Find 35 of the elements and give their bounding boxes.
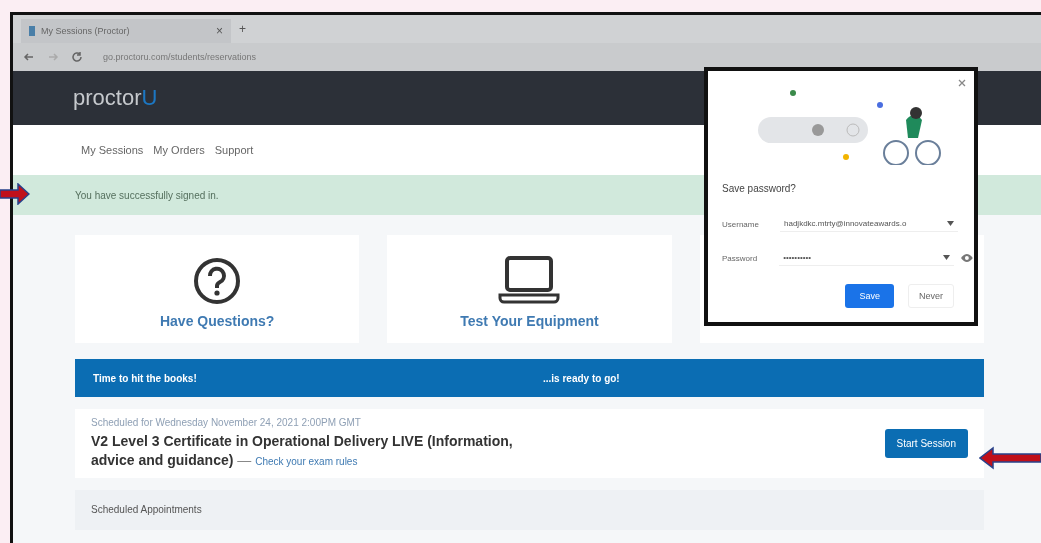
appointments-title: Scheduled Appointments [91,503,202,515]
banner-text: Time to hit the books! [93,372,198,384]
new-tab-button[interactable]: + [239,22,246,36]
annotation-arrow [0,183,30,205]
site-favicon-icon [29,26,35,36]
reload-icon[interactable] [71,51,83,63]
action-card[interactable]: Test Your Equipment [387,235,672,343]
field-label: Password [722,253,759,263]
password-field[interactable]: •••••••••• [779,250,955,266]
eye-icon[interactable] [960,253,974,263]
close-tab-button[interactable]: × [216,24,223,38]
address-bar[interactable]: go.proctoru.com/students/reservations [95,50,265,64]
proctor-logo[interactable]: proctorU [73,85,158,111]
never-button[interactable]: Never [908,284,954,308]
username-field[interactable]: hadjkdkc.mtrty@innovateawards.o [780,216,958,232]
dialog-title: Save password? [722,183,796,194]
schedule-date: Scheduled for Wednesday November 24, 2021 2:00PM GMT [91,417,362,428]
caret-icon [947,221,954,226]
browser-tab[interactable]: My Sessions (Proctor) × [21,19,231,43]
action-card[interactable]: Have Questions? [75,235,360,343]
question-icon [193,257,242,305]
caret-icon [943,255,951,260]
back-icon[interactable] [23,51,35,63]
annotation-arrow [979,446,1041,470]
banner-text: ...is ready to go! [543,372,620,384]
nav-link[interactable]: Support [214,144,254,156]
exam-title: V2 Level 3 Certificate in Operational Delivery LIVE (Information, advice and guidance) — Check your exam rules [91,432,514,470]
save-button[interactable]: Save [845,284,894,308]
laptop-icon [497,255,562,305]
field-label: Username [722,219,760,229]
nav-link[interactable]: My Sessions [81,144,144,156]
exam-rules-link[interactable]: Check your exam rules [255,455,358,467]
close-icon[interactable] [958,79,966,87]
nav-link[interactable]: My Orders [153,144,205,156]
start-session-button[interactable]: Start Session [884,428,968,458]
